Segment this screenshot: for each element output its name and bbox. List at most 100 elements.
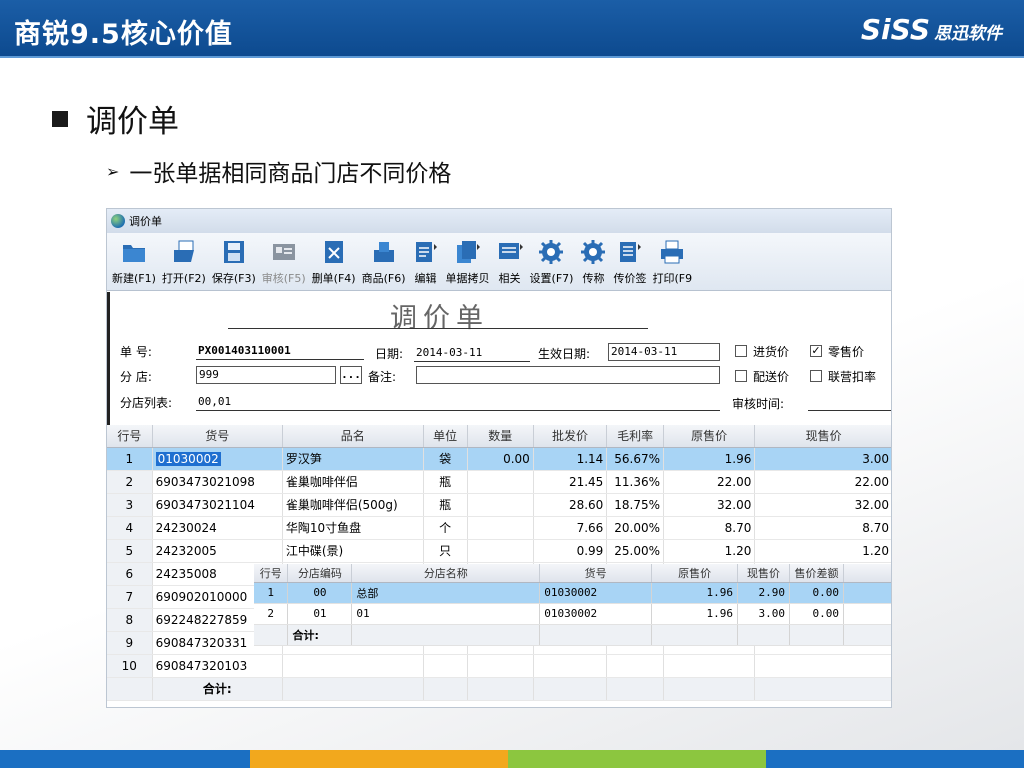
table-cell-no[interactable]: 6	[107, 562, 153, 586]
table-cell-margin[interactable]: 11.36%	[606, 470, 664, 494]
sub-col-header[interactable]: 行号	[254, 564, 289, 583]
table-cell-now[interactable]: 1.20	[754, 539, 891, 563]
table-cell-orig[interactable]: 1.96	[663, 447, 756, 471]
branch-cell-no[interactable]: 1	[254, 582, 289, 604]
table-cell-no[interactable]: 2	[107, 470, 153, 494]
table-cell-now[interactable]: 3.00	[754, 447, 891, 471]
col-header[interactable]: 数量	[467, 425, 534, 448]
table-cell-wholesale[interactable]: 7.66	[533, 516, 608, 540]
table-cell-unit[interactable]: 个	[423, 516, 468, 540]
note-field[interactable]	[416, 366, 720, 384]
table-cell-margin[interactable]: 18.75%	[606, 493, 664, 517]
sub-col-header[interactable]: 现售价	[737, 564, 791, 583]
price-tag-button[interactable]: 传价签	[610, 238, 649, 290]
table-cell-wholesale[interactable]: 21.45	[533, 470, 608, 494]
table-cell-orig[interactable]	[663, 654, 756, 678]
approve-button[interactable]: 审核(F5)	[259, 238, 309, 290]
col-header[interactable]: 品名	[282, 425, 424, 448]
table-cell-no[interactable]: 10	[107, 654, 153, 678]
table-cell-orig[interactable]: 32.00	[663, 493, 756, 517]
table-cell-no[interactable]: 5	[107, 539, 153, 563]
table-cell-wholesale[interactable]: 0.99	[533, 539, 608, 563]
new-button[interactable]: 新建(F1)	[109, 238, 159, 290]
table-cell-code[interactable]: 6903473021098	[152, 470, 283, 494]
delete-doc-button[interactable]: 删单(F4)	[309, 238, 359, 290]
col-header[interactable]: 现售价	[754, 425, 891, 448]
table-cell-qty[interactable]	[467, 493, 534, 517]
sub-col-header[interactable]: 货号	[539, 564, 653, 583]
branch-browse-button[interactable]: ...	[340, 366, 362, 384]
table-cell-code[interactable]: 24232005	[152, 539, 283, 563]
branch-cell-now[interactable]: 3.00	[737, 603, 791, 625]
table-cell-now[interactable]: 32.00	[754, 493, 891, 517]
sub-col-header[interactable]: 原售价	[651, 564, 739, 583]
table-cell-qty[interactable]	[467, 654, 534, 678]
table-cell-orig[interactable]: 1.20	[663, 539, 756, 563]
table-row[interactable]: 3 6903473021104 雀巢咖啡伴侣(500g) 瓶 28.60 18.75% 32…	[107, 493, 891, 517]
col-header[interactable]: 毛利率	[606, 425, 664, 448]
table-cell-wholesale[interactable]: 1.14	[533, 447, 608, 471]
table-cell-now[interactable]: 22.00	[754, 470, 891, 494]
settings-button[interactable]: 设置(F7)	[527, 238, 577, 290]
branch-cell-branch_code[interactable]: 01	[287, 603, 353, 625]
table-cell-no[interactable]: 3	[107, 493, 153, 517]
branch-cell-orig[interactable]: 1.96	[651, 582, 739, 604]
table-cell-name[interactable]: 华陶10寸鱼盘	[282, 516, 424, 540]
table-cell-name[interactable]	[282, 654, 424, 678]
table-row[interactable]: 1 01030002 罗汉笋袋 0.00 1.14 56.67% 1.96 3.00	[107, 447, 891, 471]
table-cell-wholesale[interactable]	[533, 654, 608, 678]
col-header[interactable]: 货号	[152, 425, 283, 448]
table-row[interactable]: 4 24230024 华陶10寸鱼盘个 7.66 20.00% 8.70 8.70	[107, 516, 891, 540]
table-cell-unit[interactable]: 只	[423, 539, 468, 563]
table-cell-qty[interactable]	[467, 516, 534, 540]
branch-cell-orig[interactable]: 1.96	[651, 603, 739, 625]
table-cell-no[interactable]: 8	[107, 608, 153, 632]
table-cell-qty[interactable]	[467, 539, 534, 563]
branch-cell-branch_name[interactable]: 总部	[351, 582, 541, 604]
table-cell-no[interactable]: 4	[107, 516, 153, 540]
table-cell-code[interactable]: 6903473021104	[152, 493, 283, 517]
table-cell-name[interactable]: 罗汉笋	[282, 447, 424, 471]
sub-col-header[interactable]: 售价差额	[789, 564, 844, 583]
send-scale-button[interactable]: 传称	[576, 238, 610, 290]
branch-cell-code[interactable]: 01030002	[539, 603, 653, 625]
table-cell-unit[interactable]	[423, 654, 468, 678]
branch-field[interactable]: 999	[196, 366, 336, 384]
table-cell-unit[interactable]: 袋	[423, 447, 468, 471]
branch-cell-diff[interactable]: 0.00	[789, 603, 844, 625]
table-cell-orig[interactable]: 8.70	[663, 516, 756, 540]
purchase-price-checkbox[interactable]	[735, 345, 747, 357]
table-cell-no[interactable]: 7	[107, 585, 153, 609]
retail-price-checkbox[interactable]: ✓	[810, 345, 822, 357]
table-cell-name[interactable]: 雀巢咖啡伴侣(500g)	[282, 493, 424, 517]
table-cell-code[interactable]: 01030002	[152, 447, 283, 471]
branch-price-row[interactable]: 1 00 总部 01030002 1.96 2.90 0.00	[254, 582, 891, 604]
table-cell-now[interactable]: 8.70	[754, 516, 891, 540]
table-cell-margin[interactable]: 56.67%	[606, 447, 664, 471]
col-header[interactable]: 原售价	[663, 425, 756, 448]
branch-price-row[interactable]: 2 01 01 01030002 1.96 3.00 0.00	[254, 603, 891, 625]
table-cell-wholesale[interactable]: 28.60	[533, 493, 608, 517]
table-cell-no[interactable]: 1	[107, 447, 153, 471]
table-cell-unit[interactable]: 瓶	[423, 470, 468, 494]
table-cell-qty[interactable]: 0.00	[467, 447, 534, 471]
branch-cell-branch_code[interactable]: 00	[287, 582, 353, 604]
table-row[interactable]: 2 6903473021098 雀巢咖啡伴侣瓶 21.45 11.36% 22.00 22.…	[107, 470, 891, 494]
table-cell-unit[interactable]: 瓶	[423, 493, 468, 517]
table-cell-now[interactable]	[754, 654, 891, 678]
table-cell-code[interactable]: 690847320103	[152, 654, 283, 678]
joint-rate-checkbox[interactable]	[810, 370, 822, 382]
branch-cell-no[interactable]: 2	[254, 603, 289, 625]
save-button[interactable]: 保存(F3)	[209, 238, 259, 290]
open-button[interactable]: 打开(F2)	[159, 238, 209, 290]
branch-cell-code[interactable]: 01030002	[539, 582, 653, 604]
edit-button[interactable]: 编辑	[409, 238, 443, 290]
sub-col-header[interactable]: 分店名称	[351, 564, 541, 583]
copy-doc-button[interactable]: 单据拷贝	[443, 238, 493, 290]
table-cell-name[interactable]: 雀巢咖啡伴侣	[282, 470, 424, 494]
col-header[interactable]: 行号	[107, 425, 153, 448]
table-cell-name[interactable]: 江中碟(景)	[282, 539, 424, 563]
branch-cell-now[interactable]: 2.90	[737, 582, 791, 604]
effective-date-field[interactable]: 2014-03-11	[608, 343, 720, 361]
col-header[interactable]: 单位	[423, 425, 468, 448]
